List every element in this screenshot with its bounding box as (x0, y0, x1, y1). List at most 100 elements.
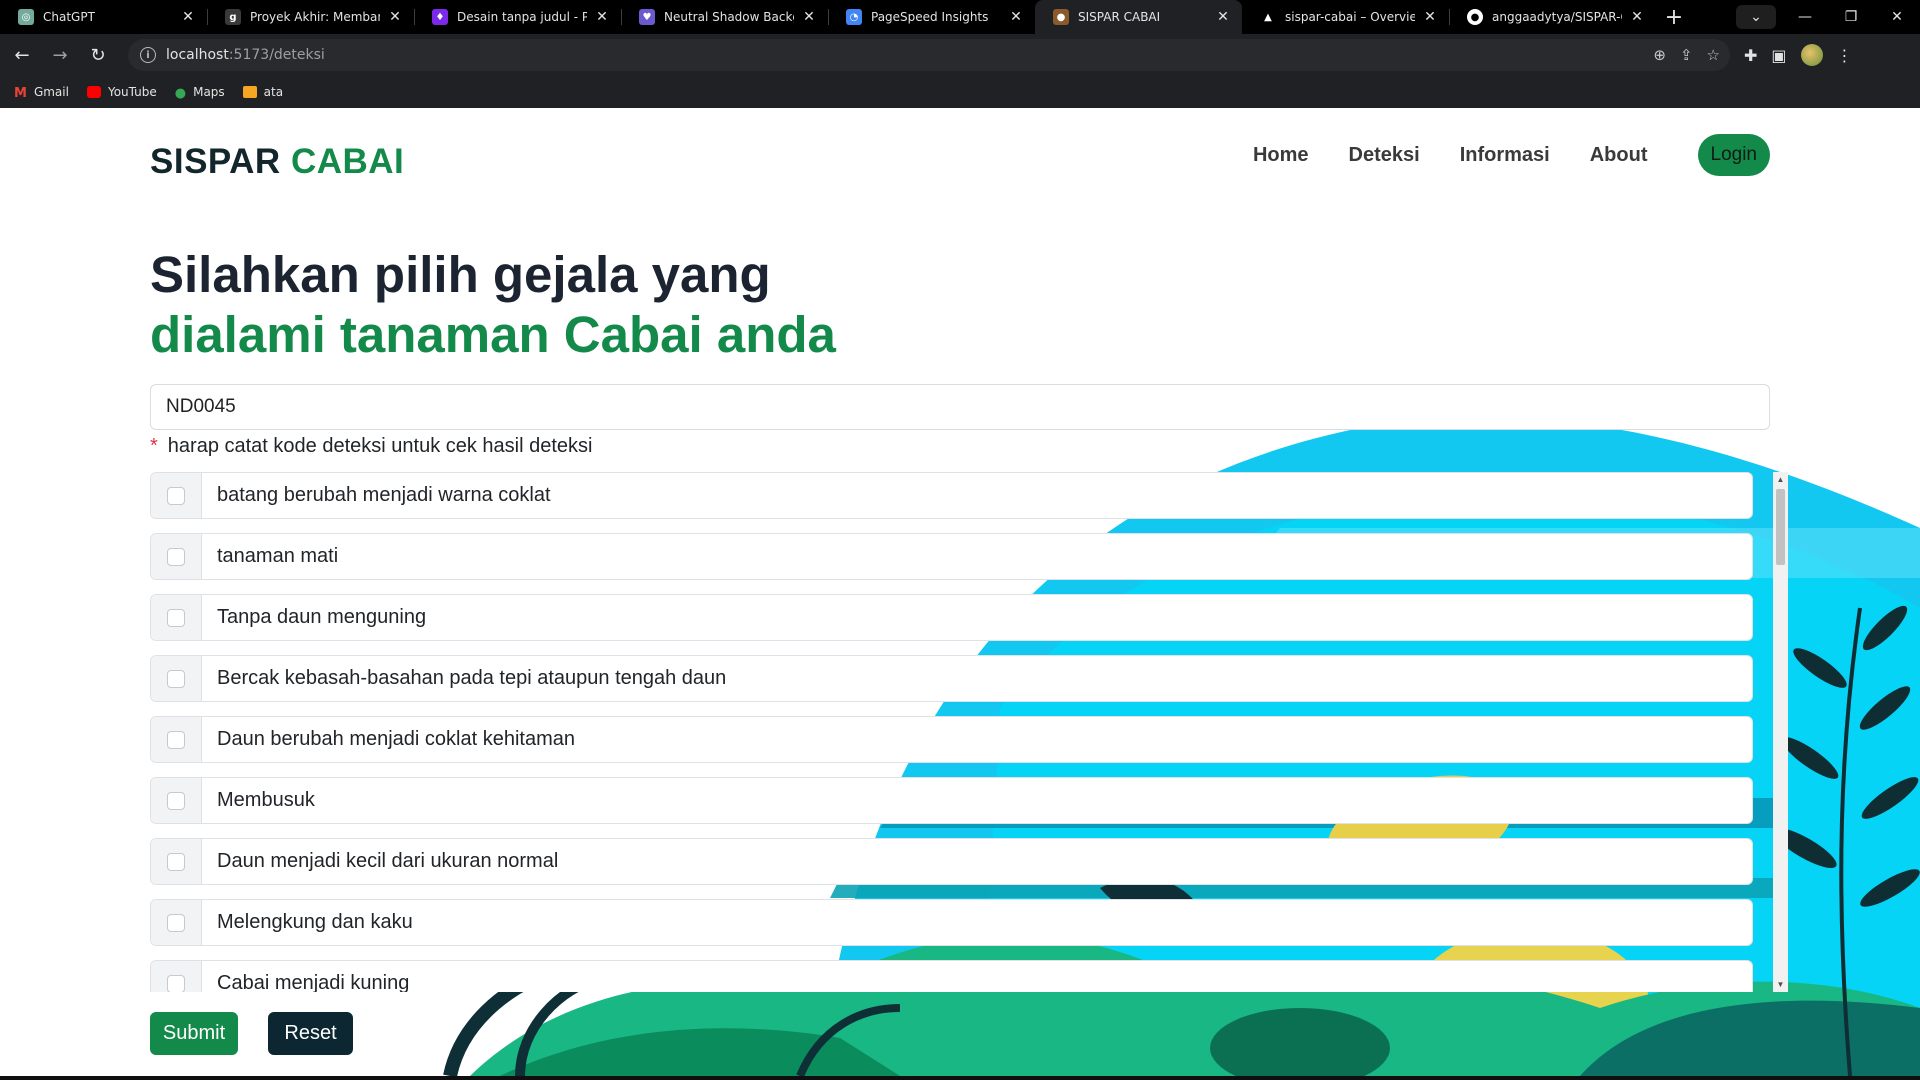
scroll-up-arrow-icon[interactable]: ▲ (1773, 472, 1788, 487)
tab-sispar-cabai[interactable]: ● SISPAR CABAI ✕ (1035, 0, 1242, 34)
tab-github[interactable]: ● anggaadytya/SISPAR-CAB ✕ (1449, 0, 1656, 34)
symptom-label: Daun berubah menjadi coklat kehitaman (217, 728, 575, 750)
zoom-icon[interactable]: ⊕ (1653, 46, 1666, 64)
window-close-icon[interactable]: ✕ (1874, 0, 1920, 34)
symptom-checkbox[interactable] (167, 974, 185, 992)
nav-home[interactable]: Home (1253, 144, 1309, 167)
tab-desain[interactable]: ♦ Desain tanpa judul - Pres ✕ (414, 0, 621, 34)
menu-kebab-icon[interactable]: ⋮ (1837, 46, 1853, 65)
close-icon[interactable]: ✕ (1628, 9, 1646, 25)
new-tab-button[interactable]: + (1656, 0, 1692, 34)
tab-search-chevron-icon[interactable]: ⌄ (1736, 5, 1776, 29)
restore-icon[interactable]: ❐ (1828, 0, 1874, 34)
maps-pin-icon: ● (174, 86, 187, 101)
share-icon[interactable]: ⇪ (1680, 46, 1693, 64)
symptom-label: tanaman mati (217, 545, 339, 567)
tab-title: PageSpeed Insights (871, 10, 989, 24)
bookmark-maps[interactable]: ● Maps (174, 85, 225, 101)
profile-avatar[interactable] (1800, 44, 1823, 66)
title-line-2: dialami tanaman Cabai anda (150, 306, 836, 363)
symptom-item[interactable]: Daun berubah menjadi coklat kehitaman (150, 716, 1753, 763)
youtube-icon (86, 86, 101, 98)
symptom-item[interactable]: Daun menjadi kecil dari ukuran normal (150, 838, 1753, 885)
reset-button[interactable]: Reset (268, 1012, 353, 1055)
symptom-checkbox[interactable] (167, 730, 185, 749)
side-panel-icon[interactable]: ▣ (1771, 46, 1786, 65)
close-icon[interactable]: ✕ (386, 9, 404, 25)
symptom-checkbox[interactable] (167, 669, 185, 688)
bookmark-gmail[interactable]: M Gmail (14, 85, 69, 101)
chatgpt-icon: ◎ (18, 9, 34, 25)
close-icon[interactable]: ✕ (1214, 9, 1232, 25)
canva-icon: ♦ (432, 9, 448, 25)
page-viewport: SISPAR CABAI Home Deteksi Informasi Abou… (0, 108, 1920, 1076)
bookmarks-bar: M Gmail YouTube ● Maps ata (0, 76, 1920, 108)
tab-title: Neutral Shadow Backgrou (664, 10, 794, 24)
bookmark-youtube[interactable]: YouTube (86, 85, 157, 99)
symptom-item[interactable]: batang berubah menjadi warna coklat (150, 472, 1753, 519)
symptom-checkbox[interactable] (167, 852, 185, 871)
symptom-item[interactable]: Tanpa daun menguning (150, 594, 1753, 641)
bookmark-label: Gmail (33, 85, 69, 99)
symptom-list-scrollbar[interactable]: ▲ ▼ (1773, 472, 1788, 992)
scroll-down-arrow-icon[interactable]: ▼ (1773, 977, 1788, 992)
close-icon[interactable]: ✕ (800, 9, 818, 25)
close-icon[interactable]: ✕ (1007, 9, 1025, 25)
symptom-item[interactable]: Bercak kebasah-basahan pada tepi ataupun… (150, 655, 1753, 702)
github-icon: ● (1467, 9, 1483, 25)
nav-deteksi[interactable]: Deteksi (1349, 144, 1420, 167)
checkbox-cell (151, 717, 202, 762)
back-arrow-icon[interactable]: ← (6, 39, 38, 71)
tab-chatgpt[interactable]: ◎ ChatGPT ✕ (0, 0, 207, 34)
tab-title: ChatGPT (43, 10, 95, 24)
symptom-checkbox[interactable] (167, 608, 185, 627)
nav-informasi[interactable]: Informasi (1460, 144, 1550, 167)
symptom-item[interactable]: tanaman mati (150, 533, 1753, 580)
tab-title: sispar-cabai – Overview – (1285, 10, 1415, 24)
tab-proyek-akhir[interactable]: g Proyek Akhir: Membangu ✕ (207, 0, 414, 34)
tab-title: Proyek Akhir: Membangu (250, 10, 380, 24)
browser-toolbar: ← → ↻ i localhost:5173/deteksi ⊕ ⇪ ☆ ✚ ▣… (0, 34, 1920, 76)
symptom-label: Cabai menjadi kuning (217, 972, 410, 992)
brand-logo[interactable]: SISPAR CABAI (150, 142, 404, 182)
title-line-1: Silahkan pilih gejala yang (150, 246, 771, 303)
tab-pagespeed[interactable]: ◔ PageSpeed Insights ✕ (828, 0, 1035, 34)
checkbox-cell (151, 595, 202, 640)
close-icon[interactable]: ✕ (1421, 9, 1439, 25)
submit-button[interactable]: Submit (150, 1012, 238, 1055)
note-text: harap catat kode deteksi untuk cek hasil… (167, 435, 593, 457)
symptom-checkbox[interactable] (167, 791, 185, 810)
symptom-checkbox[interactable] (167, 913, 185, 932)
detection-code-input[interactable] (150, 384, 1770, 430)
checkbox-cell (151, 778, 202, 823)
checkbox-cell (151, 839, 202, 884)
tab-neutral-shadow[interactable]: ♥ Neutral Shadow Backgrou ✕ (621, 0, 828, 34)
symptom-item[interactable]: Cabai menjadi kuning (150, 960, 1753, 992)
scrollbar-thumb[interactable] (1776, 489, 1785, 565)
symptom-label: Membusuk (217, 789, 315, 811)
symptom-checkbox[interactable] (167, 547, 185, 566)
symptom-item[interactable]: Melengkung dan kaku (150, 899, 1753, 946)
site-info-icon[interactable]: i (140, 47, 156, 63)
close-icon[interactable]: ✕ (179, 9, 197, 25)
address-bar[interactable]: i localhost:5173/deteksi ⊕ ⇪ ☆ (128, 39, 1730, 71)
bookmark-ata[interactable]: ata (242, 85, 283, 99)
url-path: :5173/deteksi (228, 47, 325, 63)
reload-icon[interactable]: ↻ (82, 39, 114, 71)
detection-code-note: * harap catat kode deteksi untuk cek hasi… (150, 435, 593, 458)
symptom-label: Bercak kebasah-basahan pada tepi ataupun… (217, 667, 727, 689)
forward-arrow-icon[interactable]: → (44, 39, 76, 71)
symptom-checkbox[interactable] (167, 486, 185, 505)
close-icon[interactable]: ✕ (593, 9, 611, 25)
nav-about[interactable]: About (1590, 144, 1648, 167)
extensions-icon[interactable]: ✚ (1744, 46, 1757, 65)
symptom-item[interactable]: Membusuk (150, 777, 1753, 824)
minimize-icon[interactable]: — (1782, 0, 1828, 34)
login-button[interactable]: Login (1697, 134, 1770, 176)
tab-title: anggaadytya/SISPAR-CAB (1492, 10, 1622, 24)
url-host: localhost (166, 47, 229, 63)
symptom-list[interactable]: batang berubah menjadi warna coklat tana… (150, 472, 1788, 992)
bookmark-star-icon[interactable]: ☆ (1707, 46, 1720, 64)
tab-vercel[interactable]: ▲ sispar-cabai – Overview – ✕ (1242, 0, 1449, 34)
tab-title: SISPAR CABAI (1078, 10, 1161, 24)
